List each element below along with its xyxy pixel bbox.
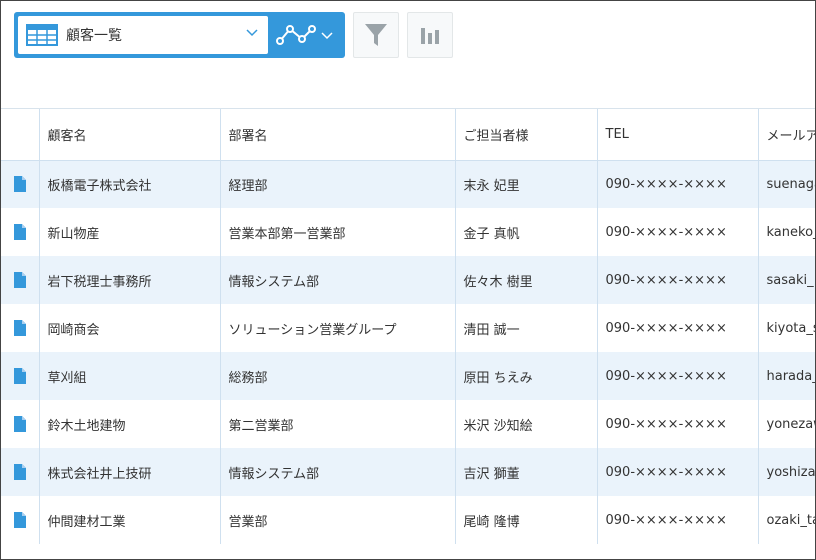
document-icon — [13, 512, 26, 528]
table-cell: 第二営業部 — [220, 400, 456, 448]
chart-button[interactable] — [407, 12, 453, 58]
document-icon — [13, 464, 26, 480]
table-cell: 仲間建材工業 — [39, 496, 221, 544]
table-row: 岡崎商会 ソリューション営業グループ 清田 誠一 090-××××-×××× k… — [1, 304, 815, 352]
document-icon — [13, 368, 26, 384]
filter-button[interactable] — [353, 12, 399, 58]
table-cell: 鈴木土地建物 — [39, 400, 221, 448]
document-icon — [13, 320, 26, 336]
document-icon — [13, 176, 26, 193]
column-header[interactable]: メールア — [758, 109, 815, 161]
table-cell: 原田 ちえみ — [455, 352, 598, 400]
record-detail-link[interactable] — [1, 448, 40, 496]
table-cell: 090-××××-×××× — [597, 400, 759, 448]
table-cell: 佐々木 樹里 — [455, 256, 598, 304]
table-row: 板橋電子株式会社 経理部 末永 妃里 090-××××-×××× suenaga — [1, 160, 815, 208]
table-cell: 清田 誠一 — [455, 304, 598, 352]
table-header-row: 顧客名 部署名 ご担当者様 TEL メールア — [1, 109, 815, 161]
table-cell: sasaki_ — [758, 256, 815, 304]
record-detail-link[interactable] — [1, 160, 40, 208]
table-cell: 営業本部第一営業部 — [220, 208, 456, 256]
table-cell: 営業部 — [220, 496, 456, 544]
table-cell: 草刈組 — [39, 352, 221, 400]
table-cell: 米沢 沙知絵 — [455, 400, 598, 448]
table-cell: 末永 妃里 — [455, 160, 598, 208]
table-row: 株式会社井上技研 情報システム部 吉沢 獅董 090-××××-×××× yos… — [1, 448, 815, 496]
table-cell: 090-××××-×××× — [597, 448, 759, 496]
column-header[interactable]: 部署名 — [220, 109, 456, 161]
table-cell: 株式会社井上技研 — [39, 448, 221, 496]
table-cell: 情報システム部 — [220, 448, 456, 496]
table-cell: 新山物産 — [39, 208, 221, 256]
table-grid-icon — [26, 24, 58, 46]
record-table: 顧客名 部署名 ご担当者様 TEL メールア 板橋電子株式会社 経理部 末永 妃… — [1, 109, 815, 544]
table-cell: kaneko_ — [758, 208, 815, 256]
table-cell: ozaki_ta — [758, 496, 815, 544]
document-icon — [13, 224, 26, 240]
toolbar: 顧客一覧 — [14, 12, 453, 58]
table-cell: ソリューション営業グループ — [220, 304, 456, 352]
table-cell: yonezaw — [758, 400, 815, 448]
document-icon — [13, 416, 26, 432]
table-cell: 金子 真帆 — [455, 208, 598, 256]
view-selector: 顧客一覧 — [14, 12, 345, 58]
table-cell: 吉沢 獅董 — [455, 448, 598, 496]
view-dropdown[interactable]: 顧客一覧 — [18, 16, 268, 54]
table-row: 岩下税理士事務所 情報システム部 佐々木 樹里 090-××××-×××× sa… — [1, 256, 815, 304]
record-detail-link[interactable] — [1, 208, 40, 256]
document-icon — [13, 272, 26, 288]
table-cell: 岡崎商会 — [39, 304, 221, 352]
table-cell: 岩下税理士事務所 — [39, 256, 221, 304]
chevron-down-icon — [321, 32, 333, 40]
table-cell: 総務部 — [220, 352, 456, 400]
table-cell: yoshiza — [758, 448, 815, 496]
column-header[interactable]: TEL — [597, 109, 759, 161]
column-header[interactable]: 顧客名 — [39, 109, 221, 161]
table-cell: harada_ — [758, 352, 815, 400]
bar-chart-icon — [421, 28, 439, 44]
table-cell: 090-××××-×××× — [597, 304, 759, 352]
table-row: 鈴木土地建物 第二営業部 米沢 沙知絵 090-××××-×××× yoneza… — [1, 400, 815, 448]
record-detail-link[interactable] — [1, 352, 40, 400]
table-cell: 経理部 — [220, 160, 456, 208]
record-detail-link[interactable] — [1, 400, 40, 448]
table-body: 板橋電子株式会社 経理部 末永 妃里 090-××××-×××× suenaga… — [1, 160, 815, 544]
table-cell: kiyota_s — [758, 304, 815, 352]
record-detail-link[interactable] — [1, 304, 40, 352]
table-cell: 情報システム部 — [220, 256, 456, 304]
table-row: 草刈組 総務部 原田 ちえみ 090-××××-×××× harada_ — [1, 352, 815, 400]
table-cell: 090-××××-×××× — [597, 208, 759, 256]
table-cell: suenaga — [758, 160, 815, 208]
table-cell: 090-××××-×××× — [597, 256, 759, 304]
table-row: 仲間建材工業 営業部 尾崎 隆博 090-××××-×××× ozaki_ta — [1, 496, 815, 544]
chevron-down-icon — [246, 29, 258, 37]
header-icon-column — [1, 109, 40, 161]
filter-icon — [365, 24, 387, 46]
table-cell: 尾崎 隆博 — [455, 496, 598, 544]
app-frame: 顧客一覧 顧客名 部署名 ご担当者様 TEL メールア 板橋電子株式会社 経理部… — [0, 0, 816, 560]
table-cell: 板橋電子株式会社 — [39, 160, 221, 208]
record-detail-link[interactable] — [1, 256, 40, 304]
graph-view-button[interactable] — [268, 12, 345, 58]
table-row: 新山物産 営業本部第一営業部 金子 真帆 090-××××-×××× kanek… — [1, 208, 815, 256]
table-cell: 090-××××-×××× — [597, 352, 759, 400]
line-graph-icon — [276, 25, 316, 45]
column-header[interactable]: ご担当者様 — [455, 109, 598, 161]
table-cell: 090-××××-×××× — [597, 496, 759, 544]
view-name: 顧客一覧 — [66, 28, 122, 44]
table-cell: 090-××××-×××× — [597, 160, 759, 208]
record-detail-link[interactable] — [1, 496, 40, 544]
